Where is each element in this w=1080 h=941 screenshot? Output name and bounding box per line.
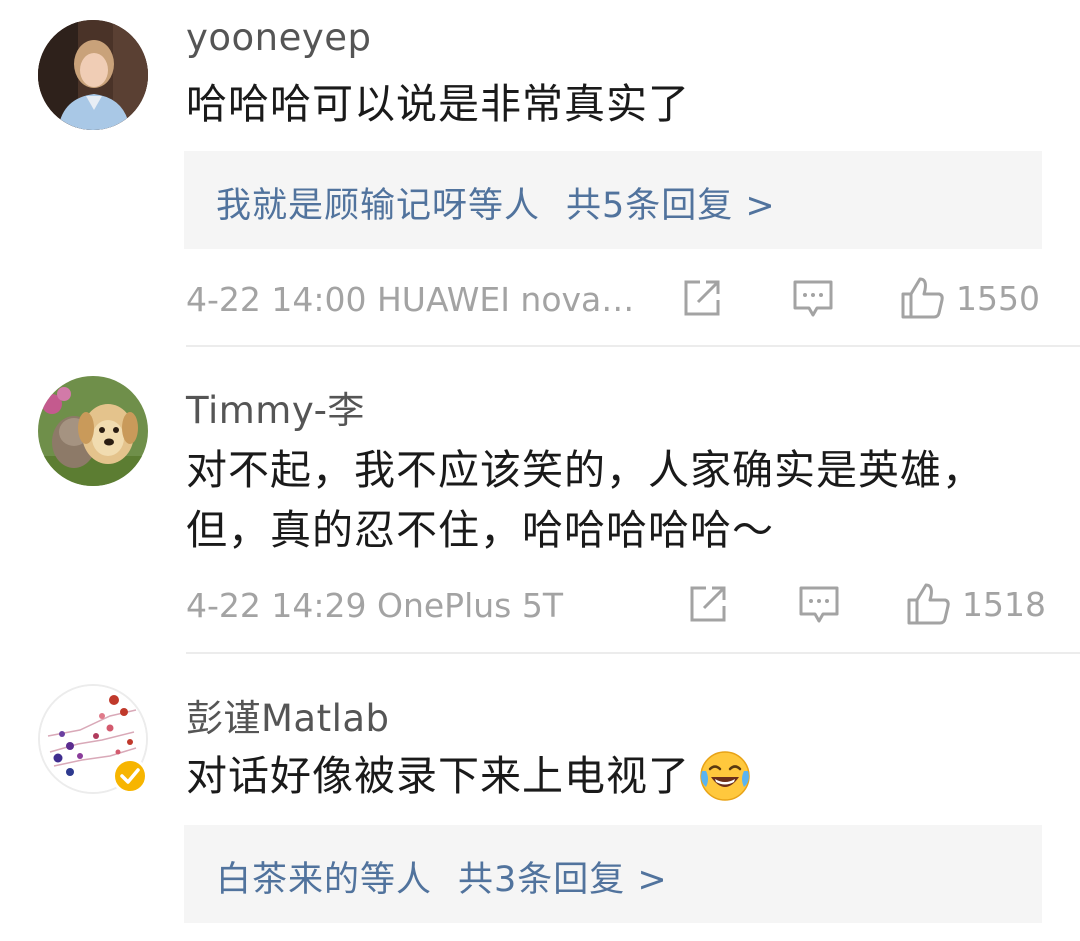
replies-preview[interactable]: 白茶来的等人 共3条回复 >	[184, 825, 1042, 923]
comment-item: yooneyep 哈哈哈可以说是非常真实了 我就是顾输记呀等人 共5条回复 > 4…	[0, 0, 1080, 348]
like-button[interactable]: 1550	[900, 276, 1040, 320]
share-button[interactable]	[688, 584, 730, 628]
avatar[interactable]	[38, 376, 148, 486]
like-count: 1518	[962, 584, 1046, 624]
comment-text: 哈哈哈可以说是非常真实了	[186, 74, 1040, 134]
reply-users: 白茶来的等人	[216, 860, 433, 900]
replies-preview[interactable]: 我就是顾输记呀等人 共5条回复 >	[184, 151, 1042, 249]
like-button[interactable]: 1518	[906, 582, 1046, 626]
avatar-image	[38, 376, 148, 486]
comment-item: Timmy-李 对不起，我不应该笑的，人家确实是英雄， 但，真的忍不住，哈哈哈哈…	[0, 348, 1080, 654]
reply-count-link[interactable]: 共5条回复 >	[566, 186, 776, 226]
comment-meta: 4-22 14:29 OnePlus 5T	[186, 586, 563, 625]
comment-text: 对不起，我不应该笑的，人家确实是英雄， 但，真的忍不住，哈哈哈哈哈～	[186, 440, 1040, 560]
reply-users: 我就是顾输记呀等人	[216, 186, 541, 226]
verified-badge-icon	[112, 758, 148, 794]
reply-count-link[interactable]: 共3条回复 >	[458, 860, 668, 900]
avatar[interactable]	[38, 20, 148, 130]
share-icon	[684, 280, 720, 316]
comment-meta: 4-22 14:00 HUAWEI nova…	[186, 280, 635, 319]
comment-icon	[799, 586, 839, 623]
comment-line: 哈哈哈可以说是非常真实了	[186, 80, 690, 128]
comment-line: 对不起，我不应该笑的，人家确实是英雄，	[186, 446, 984, 494]
username[interactable]: yooneyep	[186, 16, 372, 59]
comment-button[interactable]	[792, 278, 834, 324]
divider	[186, 345, 1080, 347]
like-count: 1550	[956, 278, 1040, 318]
thumbs-up-icon	[901, 277, 944, 319]
comment-button[interactable]	[798, 584, 840, 630]
comment-line: 对话好像被录下来上电视了	[186, 752, 690, 800]
share-button[interactable]	[682, 278, 724, 322]
username[interactable]: 彭谨Matlab	[186, 688, 390, 742]
share-icon	[690, 586, 726, 622]
thumbs-up-icon	[907, 583, 950, 625]
laughing-crying-emoji-icon	[700, 751, 750, 801]
replies-preview-text: 我就是顾输记呀等人 共5条回复 >	[216, 177, 776, 228]
comment-line: 但，真的忍不住，哈哈哈哈哈～	[186, 506, 774, 554]
comment-text: 对话好像被录下来上电视了	[186, 746, 1040, 806]
comment-icon	[793, 280, 833, 317]
username[interactable]: Timmy-李	[186, 380, 365, 434]
replies-preview-text: 白茶来的等人 共3条回复 >	[216, 851, 668, 902]
comment-item: 彭谨Matlab 对话好像被录下来上电视了 白茶来的等人 共3条回复 >	[0, 654, 1080, 941]
avatar-image	[38, 20, 148, 130]
